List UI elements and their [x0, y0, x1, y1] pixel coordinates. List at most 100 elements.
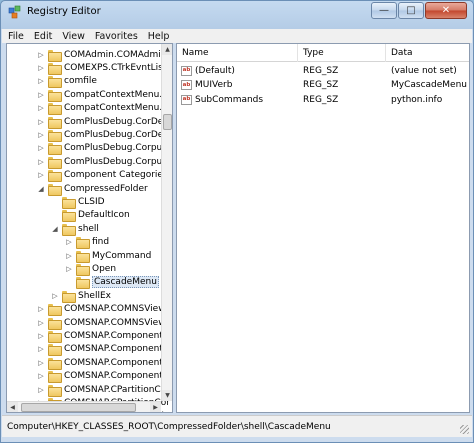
folder-icon — [62, 223, 76, 236]
expand-arrow-icon[interactable]: ▷ — [37, 170, 45, 180]
expand-arrow-icon[interactable]: ◢ — [51, 224, 59, 234]
tree-item[interactable]: ▷ COMSNAP.ComponentD — [37, 329, 170, 343]
resize-grip-icon[interactable] — [460, 425, 469, 434]
menu-favorites[interactable]: Favorites — [95, 31, 138, 42]
folder-icon — [48, 170, 62, 183]
scroll-down-icon[interactable]: ▼ — [162, 390, 172, 401]
tree-item[interactable]: DefaultIcon — [51, 209, 130, 223]
expand-arrow-icon[interactable]: ▷ — [51, 291, 59, 301]
scroll-right-icon[interactable]: ▶ — [150, 402, 161, 412]
expand-arrow-icon[interactable]: ▷ — [37, 304, 45, 314]
tree-item[interactable]: ▷ Component Categories — [37, 169, 168, 183]
tree-item[interactable]: ▷ ComPlusDebug.CorpubP — [37, 142, 172, 156]
scroll-left-icon[interactable]: ◀ — [7, 402, 18, 412]
folder-icon — [48, 129, 62, 142]
tree-item[interactable]: ▷ ComPlusDebug.CorpubP — [37, 155, 173, 169]
title-bar[interactable]: Registry Editor — □ ✕ — [1, 1, 473, 23]
expand-arrow-icon[interactable]: ▷ — [37, 358, 45, 368]
tree-item-label: COMSNAP.ComponentS — [64, 371, 169, 382]
tree-item[interactable]: ▷ MyCommand — [65, 249, 151, 263]
value-name: (Default) — [195, 66, 235, 76]
tree-vertical-scrollbar[interactable]: ▲ ▼ — [161, 44, 172, 401]
expand-arrow-icon[interactable]: ▷ — [37, 50, 45, 60]
tree-item[interactable]: ▷ COMSNAP.ComponentS — [37, 370, 169, 384]
tree-item[interactable]: ▷ CompatContextMenu.Co — [37, 88, 172, 102]
tree-item[interactable]: ◢ CompressedFolder — [37, 182, 148, 196]
close-button[interactable]: ✕ — [425, 2, 467, 19]
expand-arrow-icon[interactable]: ▷ — [37, 157, 45, 167]
tree-item[interactable]: ▷ ComPlusDebug.CorDebu — [37, 115, 172, 129]
tree-vertical-scroll-thumb[interactable] — [163, 114, 172, 130]
tree-item[interactable]: ▷ COMSNAP.COMNSView — [37, 303, 166, 317]
folder-icon — [76, 263, 90, 276]
value-row[interactable]: ab (Default) REG_SZ (value not set) — [177, 64, 469, 78]
expand-arrow-icon[interactable]: ◢ — [37, 184, 45, 194]
tree-item[interactable]: ▷ CompatContextMenu.Co — [37, 102, 173, 116]
menu-help[interactable]: Help — [148, 31, 170, 42]
registry-editor-window: Registry Editor — □ ✕ File Edit View Fav… — [0, 0, 474, 443]
value-name-cell: ab MUIVerb — [181, 78, 232, 92]
expand-arrow-icon[interactable]: ▷ — [65, 251, 73, 261]
menu-edit[interactable]: Edit — [34, 31, 52, 42]
folder-icon — [48, 357, 62, 370]
tree-horizontal-scroll-thumb[interactable] — [21, 403, 136, 412]
tree-item[interactable]: ▷ ShellEx — [51, 289, 111, 303]
tree-item[interactable]: ▷ COMSNAP.CPartitionCor — [37, 383, 170, 397]
maximize-icon: □ — [406, 5, 416, 16]
expand-arrow-icon[interactable]: ▷ — [37, 318, 45, 328]
expand-arrow-icon[interactable]: ▷ — [37, 76, 45, 86]
folder-icon — [48, 183, 62, 196]
column-header-data[interactable]: Data — [386, 44, 469, 62]
expand-arrow-icon[interactable]: ▷ — [37, 117, 45, 127]
tree-item[interactable]: ▷ COMAdmin.COMAdmin — [37, 48, 167, 62]
folder-icon — [48, 344, 62, 357]
tree-item-label: COMSNAP.COMNSView. — [64, 317, 168, 328]
tree-item[interactable]: CLSID — [51, 195, 105, 209]
folder-icon — [48, 330, 62, 343]
expand-arrow-icon[interactable]: ▷ — [65, 264, 73, 274]
minimize-button[interactable]: — — [371, 2, 397, 19]
tree-item[interactable]: ▷ find — [65, 236, 109, 250]
tree-item[interactable]: ▷ COMSNAP.COMNSView. — [37, 316, 168, 330]
tree-item[interactable]: ▷ Open — [65, 262, 116, 276]
folder-icon — [48, 304, 62, 317]
expand-arrow-icon[interactable]: ▷ — [37, 143, 45, 153]
expand-arrow-icon[interactable]: ▷ — [37, 344, 45, 354]
tree-item-label: COMSNAP.ComponentS — [64, 357, 169, 368]
expand-arrow-icon[interactable]: ▷ — [37, 63, 45, 73]
expand-arrow-icon[interactable]: ▷ — [37, 130, 45, 140]
value-data: python.info — [391, 94, 443, 105]
tree-item-label: ShellEx — [78, 290, 111, 301]
column-header-name[interactable]: Name — [177, 44, 298, 62]
tree-item-label: ComPlusDebug.CorpubP — [64, 156, 173, 167]
menu-view[interactable]: View — [62, 31, 85, 42]
registry-values-pane[interactable]: Name Type Data ab (Default) REG_SZ (value n… — [176, 43, 470, 413]
tree-item[interactable]: ▷ ComPlusDebug.CorDebu — [37, 128, 172, 142]
tree-item[interactable]: ▷ comfile — [37, 75, 97, 89]
tree-item-label: CompatContextMenu.Co — [64, 103, 173, 114]
tree-item-label: DefaultIcon — [78, 210, 130, 221]
menu-file[interactable]: File — [8, 31, 24, 42]
value-row[interactable]: ab SubCommands REG_SZ python.info — [177, 93, 469, 107]
registry-tree-pane[interactable]: ▷ COMAdmin.COMAdmin ▷ COMEXPS.CTrkEvntListe… — [6, 43, 173, 413]
column-header-type[interactable]: Type — [298, 44, 386, 62]
folder-icon — [48, 89, 62, 102]
expand-arrow-icon[interactable]: ▷ — [65, 237, 73, 247]
tree-item[interactable]: ▷ COMSNAP.ComponentD — [37, 343, 170, 357]
tree-item[interactable]: ▷ COMEXPS.CTrkEvntLister — [37, 61, 172, 75]
expand-arrow-icon[interactable]: ▷ — [37, 331, 45, 341]
registry-editor-icon — [8, 5, 21, 19]
expand-arrow-icon[interactable]: ▷ — [37, 103, 45, 113]
maximize-button[interactable]: □ — [398, 2, 424, 19]
tree-item[interactable]: ▷ COMSNAP.ComponentS — [37, 356, 169, 370]
scroll-up-icon[interactable]: ▲ — [162, 44, 172, 55]
expand-arrow-icon[interactable]: ▷ — [37, 385, 45, 395]
tree-item[interactable]: CascadeMenu — [65, 276, 159, 290]
tree-horizontal-scrollbar[interactable]: ◀ ▶ — [7, 401, 161, 412]
expand-arrow-icon[interactable]: ▷ — [37, 90, 45, 100]
folder-icon — [76, 277, 90, 290]
tree-item[interactable]: ◢ shell — [51, 222, 99, 236]
value-row[interactable]: ab MUIVerb REG_SZ MyCascadeMenu — [177, 78, 469, 92]
expand-arrow-icon[interactable]: ▷ — [37, 371, 45, 381]
